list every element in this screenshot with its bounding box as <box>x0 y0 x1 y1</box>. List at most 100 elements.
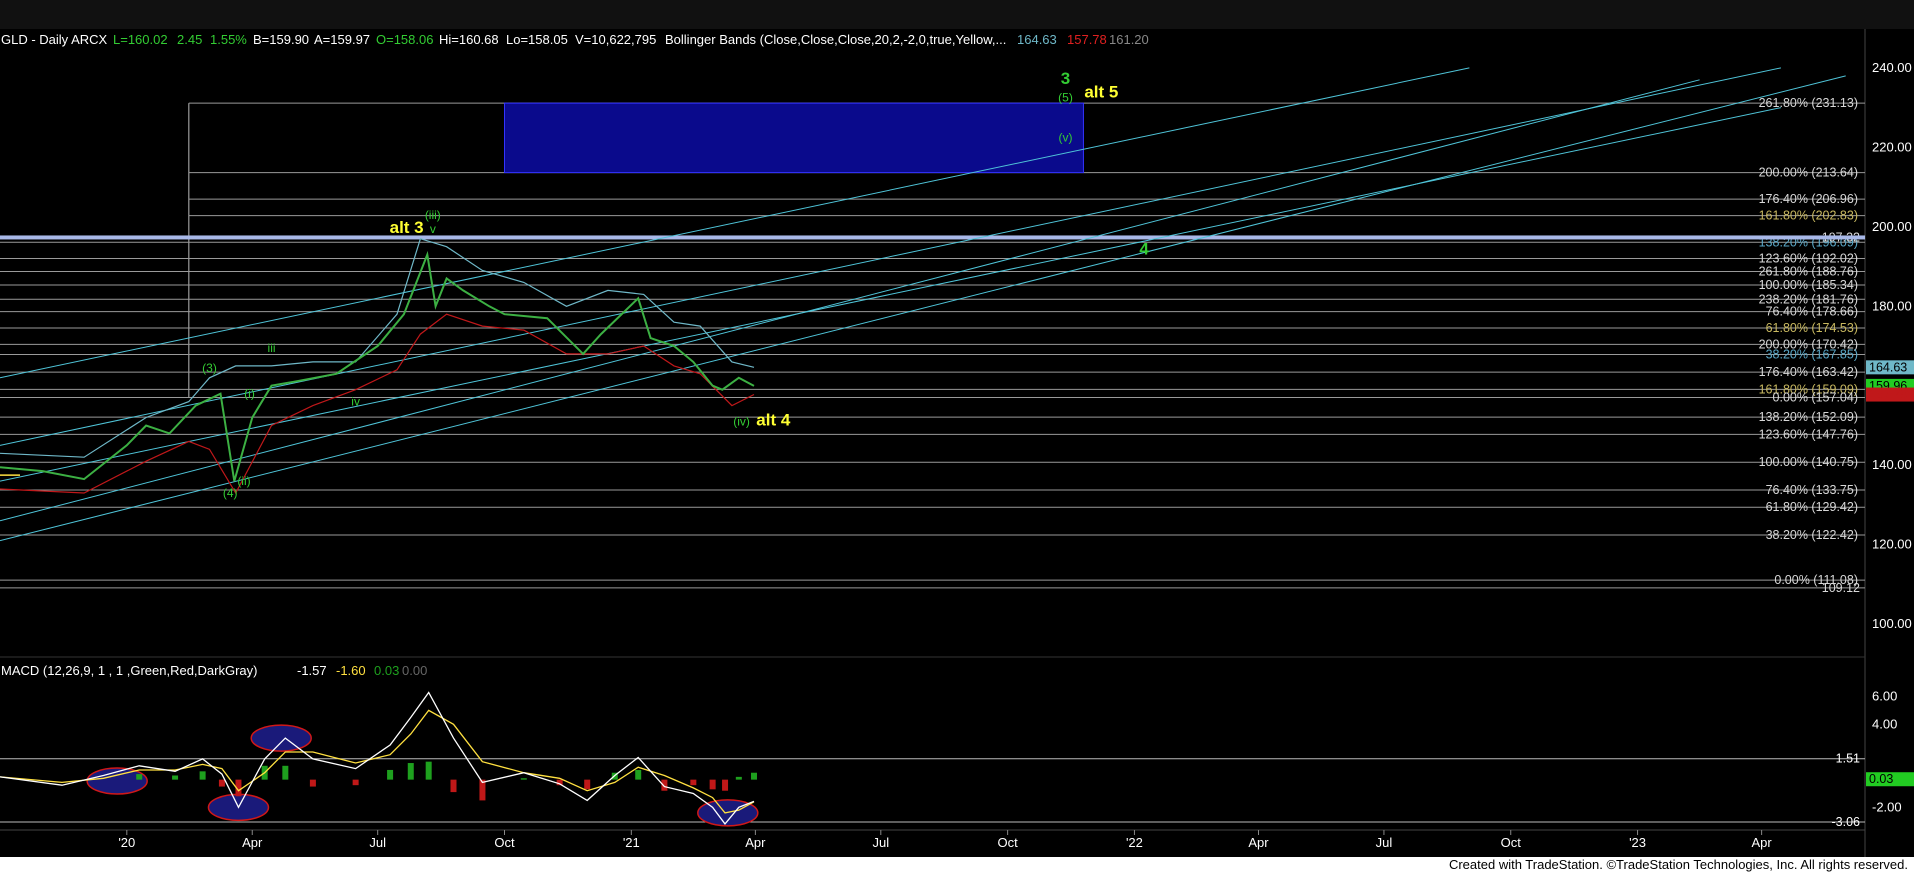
macd-hist-bar <box>218 779 225 787</box>
macd-hist-bar <box>750 772 757 780</box>
chart-canvas: 261.80% (231.13) 200.00% (213.64) 176.40% … <box>0 29 1914 857</box>
time-tick-label: '22 <box>1126 835 1143 850</box>
fib-level-label: 38.20% (167.85) <box>1766 348 1858 362</box>
macd-ref-label: 1.51 <box>1836 752 1860 766</box>
fib-level-label: 61.80% (129.42) <box>1766 500 1858 514</box>
macd-hist-bar <box>690 779 697 786</box>
fib-level-label: 123.60% (147.76) <box>1759 427 1858 441</box>
macd-signal-value: -1.60 <box>336 663 366 678</box>
price-tick-label: 140.00 <box>1872 457 1912 472</box>
macd-hist-bar <box>635 769 642 780</box>
fib-level-label: 76.40% (178.66) <box>1766 305 1858 319</box>
macd-hist-bar <box>282 765 289 780</box>
time-tick-label: '23 <box>1629 835 1646 850</box>
fib-level-label: 100.00% (140.75) <box>1759 455 1858 469</box>
last-price-tag-text: 164.63 <box>1869 360 1907 374</box>
macd-hist-bar <box>735 776 742 780</box>
price-tick-label: 240.00 <box>1872 60 1912 75</box>
wave-label: (4) <box>223 486 238 500</box>
macd-hist-bar <box>172 775 179 780</box>
macd-value: -1.57 <box>297 663 327 678</box>
wave-label: 4 <box>1139 240 1149 259</box>
header-ask: A=159.97 <box>314 32 370 47</box>
time-tick-label: Oct <box>998 835 1019 850</box>
header-last: L=160.02 <box>113 32 168 47</box>
fib-level-label: 176.40% (206.96) <box>1759 192 1858 206</box>
macd-hist-bar <box>709 779 716 790</box>
time-tick-label: Apr <box>242 835 263 850</box>
macd-hist-bar <box>352 779 359 786</box>
header-bb-mid: 161.20 <box>1109 32 1149 47</box>
header-bb-lower: 157.78 <box>1067 32 1107 47</box>
time-tick-label: Jul <box>369 835 386 850</box>
fib-level-label: 109.12 <box>1822 581 1860 595</box>
price-tick-label: 220.00 <box>1872 139 1912 154</box>
wave-label: v <box>430 222 436 236</box>
macd-hist-bar <box>584 779 591 790</box>
fib-level-label: 138.20% (152.09) <box>1759 410 1858 424</box>
macd-hist-bar <box>520 778 527 780</box>
time-tick-label: '21 <box>623 835 640 850</box>
target-box-layer <box>504 102 1084 174</box>
header-change-pct: 1.55% <box>210 32 247 47</box>
time-tick-label: '20 <box>118 835 135 850</box>
header-indicator: Bollinger Bands (Close,Close,Close,20,2,… <box>665 32 1006 47</box>
copyright-text: Created with TradeStation. ©TradeStation… <box>1448 857 1908 872</box>
time-tick-label: Apr <box>1752 835 1773 850</box>
header-volume: V=10,622,795 <box>575 32 656 47</box>
macd-hist-bar <box>387 769 394 780</box>
price-tick-label: 180.00 <box>1872 298 1912 313</box>
fib-level-label: 161.80% (202.83) <box>1759 209 1858 223</box>
fib-level-label: 261.80% (188.76) <box>1759 264 1858 278</box>
header-open: O=158.06 <box>376 32 433 47</box>
macd-hist-bar <box>136 774 143 780</box>
time-tick-label: Jul <box>872 835 889 850</box>
wave-label: iii <box>268 341 276 355</box>
macd-hist-value: 0.03 <box>374 663 399 678</box>
header-low: Lo=158.05 <box>506 32 568 47</box>
wave-label: alt 4 <box>756 410 791 429</box>
wave-label: (3) <box>202 361 217 375</box>
time-tick-label: Oct <box>494 835 515 850</box>
horizontal-band-layer <box>0 235 1865 240</box>
wave-label: alt 5 <box>1084 83 1118 102</box>
price-tick-label: 120.00 <box>1872 537 1912 552</box>
fib-level-label: 123.60% (192.02) <box>1759 252 1858 266</box>
macd-tick-label: 4.00 <box>1872 716 1897 731</box>
target-box <box>504 102 1084 174</box>
wave-label: (ii) <box>237 474 250 488</box>
header-bid: B=159.90 <box>253 32 309 47</box>
time-tick-label: Jul <box>1376 835 1393 850</box>
macd-hist-bar <box>450 779 457 793</box>
macd-tick-label: 6.00 <box>1872 689 1897 704</box>
time-tick-label: Oct <box>1501 835 1522 850</box>
time-tick-label: Apr <box>1248 835 1269 850</box>
footer-bar: Created with TradeStation. ©TradeStation… <box>0 857 1914 873</box>
last-price-tag-text: 157.78 <box>1869 388 1907 402</box>
macd-tick-label: -2.00 <box>1872 799 1902 814</box>
resistance-band <box>0 235 1865 240</box>
fib-level-label: 176.40% (163.42) <box>1759 365 1858 379</box>
header-change: 2.45 <box>177 32 202 47</box>
time-tick-label: Apr <box>745 835 766 850</box>
macd-hist-bar <box>199 771 206 780</box>
wave-label: (5) <box>1058 91 1073 105</box>
macd-zero-value: 0.00 <box>402 663 427 678</box>
macd-hist-bar <box>407 763 414 780</box>
wave-label: alt 3 <box>390 218 424 237</box>
header-high: Hi=160.68 <box>439 32 499 47</box>
macd-ref-label: -3.06 <box>1832 815 1861 829</box>
wave-label: (i) <box>244 387 255 401</box>
macd-hist-tag-text: 0.03 <box>1869 772 1893 786</box>
fib-level-label: 61.80% (174.53) <box>1766 321 1858 335</box>
macd-title: MACD (12,26,9, 1 , 1 ,Green,Red,DarkGray… <box>1 663 257 678</box>
wave-label: (iii) <box>425 208 441 222</box>
fib-level-label: 0.00% (157.04) <box>1773 390 1858 404</box>
wave-label: 3 <box>1061 69 1070 88</box>
fib-level-label: 261.80% (231.13) <box>1759 96 1858 110</box>
fib-level-label: 200.00% (213.64) <box>1759 166 1858 180</box>
highlight-ellipse <box>250 724 312 752</box>
macd-hist-bar <box>425 761 432 780</box>
wave-label: (iv) <box>733 414 750 428</box>
fib-level-label: 76.40% (133.75) <box>1766 483 1858 497</box>
